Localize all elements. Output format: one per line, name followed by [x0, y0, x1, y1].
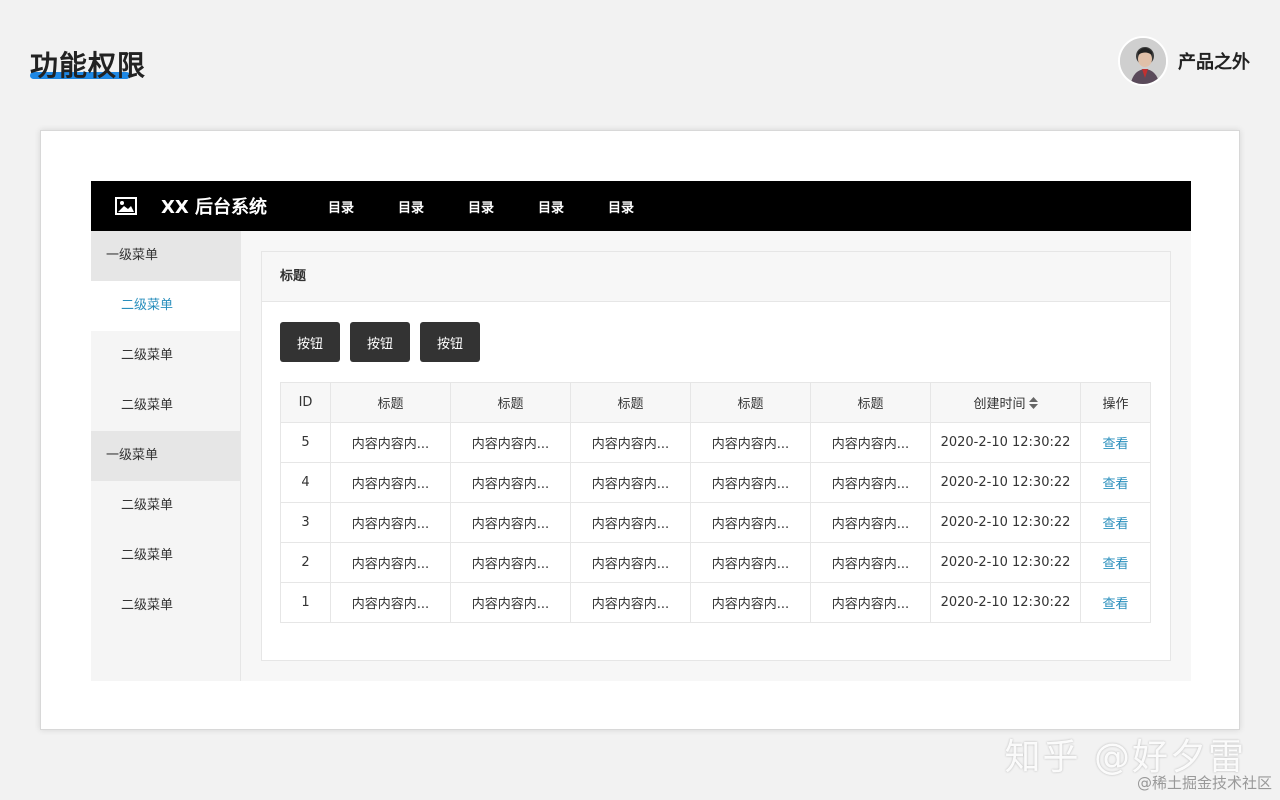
sort-icon[interactable]: [1028, 397, 1038, 411]
cell-content: 内容内容内...: [570, 582, 691, 623]
column-header-title: 标题: [450, 382, 571, 423]
column-header-id: ID: [280, 382, 331, 423]
cell-created-time: 2020-2-10 12:30:22: [930, 462, 1081, 503]
sidebar: 一级菜单 二级菜单 二级菜单 二级菜单 一级菜单 二级菜单 二级菜单 二级菜单: [91, 231, 241, 681]
sidebar-group-2[interactable]: 一级菜单: [91, 431, 240, 481]
table-header-row: ID 标题 标题 标题 标题 标题 创建时间 操作: [280, 382, 1151, 423]
cell-action: 查看: [1080, 582, 1151, 623]
table-row: 4 内容内容内... 内容内容内... 内容内容内... 内容内容内... 内容内容内..…: [280, 462, 1151, 503]
column-header-created-time[interactable]: 创建时间: [930, 382, 1081, 423]
app-body: 一级菜单 二级菜单 二级菜单 二级菜单 一级菜单 二级菜单 二级菜单 二级菜单 …: [91, 231, 1191, 681]
nav-item-3[interactable]: 目录: [461, 197, 501, 216]
content-panel: 标题 按钮 按钮 按钮 ID 标题 标题 标题 标题 标题 创建时间 操作 5 …: [261, 251, 1171, 661]
cell-content: 内容内容内...: [570, 422, 691, 463]
column-header-title: 标题: [570, 382, 691, 423]
button-group: 按钮 按钮 按钮: [262, 302, 1170, 382]
table-row: 2 内容内容内... 内容内容内... 内容内容内... 内容内容内... 内容内容内..…: [280, 542, 1151, 583]
image-icon: [115, 197, 137, 215]
table-body: 5 内容内容内... 内容内容内... 内容内容内... 内容内容内... 内容内容内..…: [280, 422, 1151, 623]
nav-item-4[interactable]: 目录: [531, 197, 571, 216]
cell-content: 内容内容内...: [690, 422, 811, 463]
admin-app: XX 后台系统 目录 目录 目录 目录 目录 一级菜单 二级菜单 二级菜单 二级…: [91, 181, 1191, 681]
watermark-juejin: @稀土掘金技术社区: [1136, 774, 1272, 792]
cell-id: 1: [280, 582, 331, 623]
cell-content: 内容内容内...: [690, 582, 811, 623]
cell-content: 内容内容内...: [570, 462, 691, 503]
cell-content: 内容内容内...: [810, 422, 931, 463]
cell-action: 查看: [1080, 542, 1151, 583]
action-button-2[interactable]: 按钮: [350, 322, 410, 362]
cell-content: 内容内容内...: [810, 462, 931, 503]
main-content: 标题 按钮 按钮 按钮 ID 标题 标题 标题 标题 标题 创建时间 操作 5 …: [241, 231, 1191, 681]
column-header-title: 标题: [330, 382, 451, 423]
sidebar-item-1-2[interactable]: 二级菜单: [91, 331, 240, 381]
column-header-title: 标题: [810, 382, 931, 423]
sidebar-item-2-3[interactable]: 二级菜单: [91, 581, 240, 631]
view-link[interactable]: 查看: [1102, 597, 1128, 612]
cell-content: 内容内容内...: [690, 462, 811, 503]
cell-created-time: 2020-2-10 12:30:22: [930, 582, 1081, 623]
cell-content: 内容内容内...: [690, 502, 811, 543]
view-link[interactable]: 查看: [1102, 477, 1128, 492]
cell-content: 内容内容内...: [330, 502, 451, 543]
table-row: 5 内容内容内... 内容内容内... 内容内容内... 内容内容内... 内容内容内..…: [280, 422, 1151, 463]
cell-content: 内容内容内...: [330, 542, 451, 583]
panel-title: 标题: [262, 252, 1170, 302]
nav-item-2[interactable]: 目录: [391, 197, 431, 216]
data-table: ID 标题 标题 标题 标题 标题 创建时间 操作 5 内容内容内... 内容内容内…: [280, 382, 1151, 623]
author-block: 产品之外: [1118, 36, 1250, 86]
sidebar-item-2-2[interactable]: 二级菜单: [91, 531, 240, 581]
cell-id: 4: [280, 462, 331, 503]
cell-id: 5: [280, 422, 331, 463]
cell-action: 查看: [1080, 422, 1151, 463]
cell-content: 内容内容内...: [570, 542, 691, 583]
cell-content: 内容内容内...: [810, 542, 931, 583]
cell-id: 2: [280, 542, 331, 583]
view-link[interactable]: 查看: [1102, 437, 1128, 452]
sidebar-item-1-3[interactable]: 二级菜单: [91, 381, 240, 431]
cell-created-time: 2020-2-10 12:30:22: [930, 502, 1081, 543]
table-row: 1 内容内容内... 内容内容内... 内容内容内... 内容内容内... 内容内容内..…: [280, 582, 1151, 623]
column-header-title: 标题: [690, 382, 811, 423]
cell-content: 内容内容内...: [810, 502, 931, 543]
cell-content: 内容内容内...: [570, 502, 691, 543]
nav-item-1[interactable]: 目录: [321, 197, 361, 216]
cell-content: 内容内容内...: [450, 502, 571, 543]
view-link[interactable]: 查看: [1102, 517, 1128, 532]
column-header-action: 操作: [1080, 382, 1151, 423]
cell-action: 查看: [1080, 462, 1151, 503]
sidebar-group-1[interactable]: 一级菜单: [91, 231, 240, 281]
cell-created-time: 2020-2-10 12:30:22: [930, 422, 1081, 463]
column-header-label: 创建时间: [973, 397, 1026, 412]
avatar: [1118, 36, 1168, 86]
cell-content: 内容内容内...: [450, 542, 571, 583]
cell-content: 内容内容内...: [450, 582, 571, 623]
cell-content: 内容内容内...: [450, 462, 571, 503]
cell-content: 内容内容内...: [330, 582, 451, 623]
sidebar-item-1-1[interactable]: 二级菜单: [91, 281, 240, 331]
cell-created-time: 2020-2-10 12:30:22: [930, 542, 1081, 583]
brand-name: XX 后台系统: [161, 197, 268, 218]
cell-id: 3: [280, 502, 331, 543]
cell-content: 内容内容内...: [330, 422, 451, 463]
table-row: 3 内容内容内... 内容内容内... 内容内容内... 内容内容内... 内容内容内..…: [280, 502, 1151, 543]
nav-item-5[interactable]: 目录: [601, 197, 641, 216]
mockup-card: XX 后台系统 目录 目录 目录 目录 目录 一级菜单 二级菜单 二级菜单 二级…: [40, 130, 1240, 730]
author-name: 产品之外: [1178, 52, 1250, 73]
cell-content: 内容内容内...: [330, 462, 451, 503]
top-navbar: XX 后台系统 目录 目录 目录 目录 目录: [91, 181, 1191, 231]
action-button-3[interactable]: 按钮: [420, 322, 480, 362]
cell-action: 查看: [1080, 502, 1151, 543]
action-button-1[interactable]: 按钮: [280, 322, 340, 362]
cell-content: 内容内容内...: [690, 542, 811, 583]
sidebar-item-2-1[interactable]: 二级菜单: [91, 481, 240, 531]
cell-content: 内容内容内...: [450, 422, 571, 463]
slide-title: 功能权限: [30, 49, 147, 82]
cell-content: 内容内容内...: [810, 582, 931, 623]
view-link[interactable]: 查看: [1102, 557, 1128, 572]
